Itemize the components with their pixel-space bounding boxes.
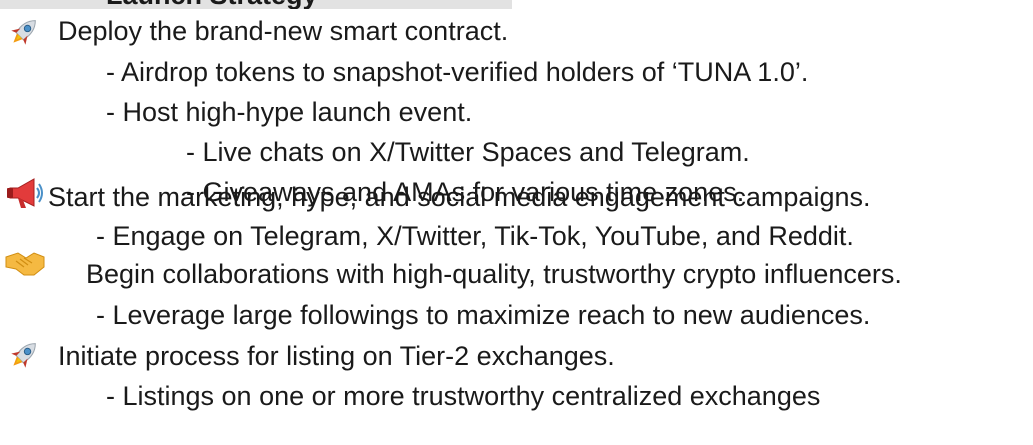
megaphone-icon xyxy=(7,178,43,208)
section-heading: Launch Strategy xyxy=(106,0,318,9)
list-item: Deploy the brand-new smart contract. xyxy=(58,16,509,46)
list-item: - Airdrop tokens to snapshot-verified ho… xyxy=(106,57,809,87)
list-item: Initiate process for listing on Tier-2 e… xyxy=(58,341,615,371)
list-item: Start the marketing, hype, and social me… xyxy=(48,182,871,212)
list-item: - Host high-hype launch event. xyxy=(106,97,473,127)
handshake-icon xyxy=(5,252,45,276)
list-item: - Leverage large followings to maximize … xyxy=(96,300,871,330)
section-heading-bar: Launch Strategy xyxy=(0,0,512,9)
rocket-icon xyxy=(11,20,36,45)
list-item: - Live chats on X/Twitter Spaces and Tel… xyxy=(186,137,750,167)
list-item: Begin collaborations with high-quality, … xyxy=(86,259,902,289)
list-item: - Listings on one or more trustworthy ce… xyxy=(106,381,821,411)
list-item: - Engage on Telegram, X/Twitter, Tik-Tok… xyxy=(96,221,854,251)
rocket-icon xyxy=(11,343,36,368)
